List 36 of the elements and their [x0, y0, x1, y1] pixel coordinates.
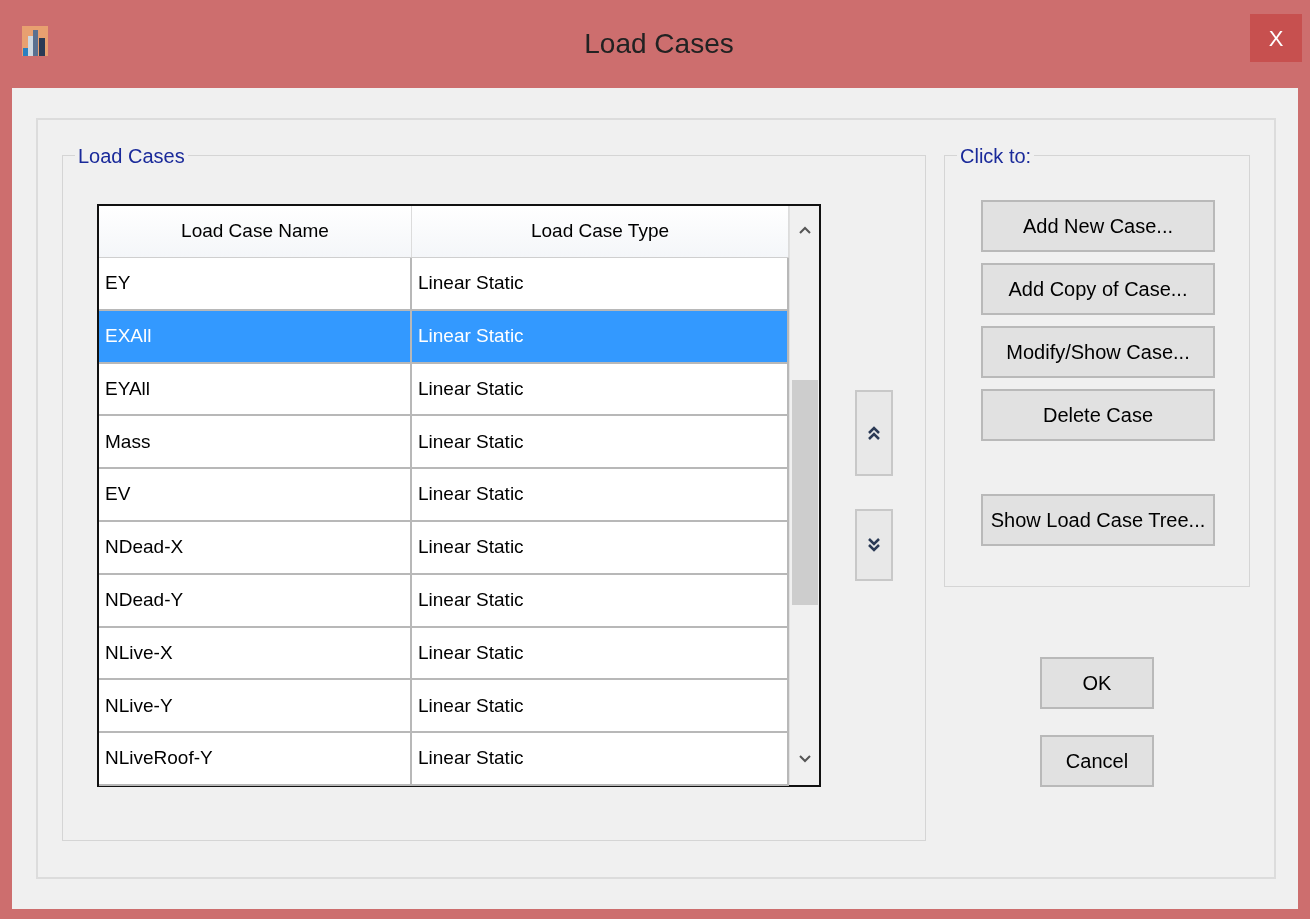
table-row[interactable]: EYAll Linear Static: [99, 363, 789, 417]
action-button[interactable]: Add Copy of Case...: [981, 263, 1215, 315]
window-title: Load Cases: [584, 27, 734, 61]
table-cell: EY: [99, 258, 412, 309]
column-header[interactable]: Load Case Name: [99, 206, 412, 257]
scrollbar[interactable]: [789, 206, 819, 785]
scroll-up-icon[interactable]: [798, 226, 811, 234]
table-row[interactable]: NLiveRoof-Y Linear Static: [99, 733, 789, 786]
cancel-button[interactable]: Cancel: [1040, 735, 1154, 787]
app-icon: [22, 26, 48, 56]
table-row[interactable]: EV Linear Static: [99, 469, 789, 522]
action-button[interactable]: Delete Case: [981, 389, 1215, 441]
table-row[interactable]: NLive-X Linear Static: [99, 627, 789, 681]
action-button[interactable]: Add New Case...: [981, 200, 1215, 252]
double-chevron-down-icon: [868, 537, 880, 553]
table-cell: NLive-X: [99, 627, 412, 679]
table-cell: NLiveRoof-Y: [99, 733, 412, 784]
table-cell: EXAll: [99, 310, 412, 362]
table-cell: NLive-Y: [99, 680, 412, 732]
table-row[interactable]: NDead-X Linear Static: [99, 522, 789, 575]
move-down-button[interactable]: [855, 509, 893, 581]
scroll-down-icon[interactable]: [798, 755, 811, 763]
double-chevron-up-icon: [868, 425, 880, 441]
table-row[interactable]: Mass Linear Static: [99, 416, 789, 470]
table-row[interactable]: NLive-Y Linear Static: [99, 680, 789, 734]
table-cell: Mass: [99, 416, 412, 468]
table-cell: EYAll: [99, 363, 412, 415]
close-button[interactable]: X: [1250, 14, 1302, 62]
action-button[interactable]: Modify/Show Case...: [981, 326, 1215, 378]
ok-button[interactable]: OK: [1040, 657, 1154, 709]
scroll-thumb[interactable]: [791, 380, 818, 605]
table-cell: EV: [99, 469, 412, 520]
table-cell: NDead-X: [99, 522, 412, 573]
table-cell: NDead-Y: [99, 574, 412, 626]
table-row[interactable]: NDead-Y Linear Static: [99, 574, 789, 628]
action-button[interactable]: Show Load Case Tree...: [981, 494, 1215, 546]
